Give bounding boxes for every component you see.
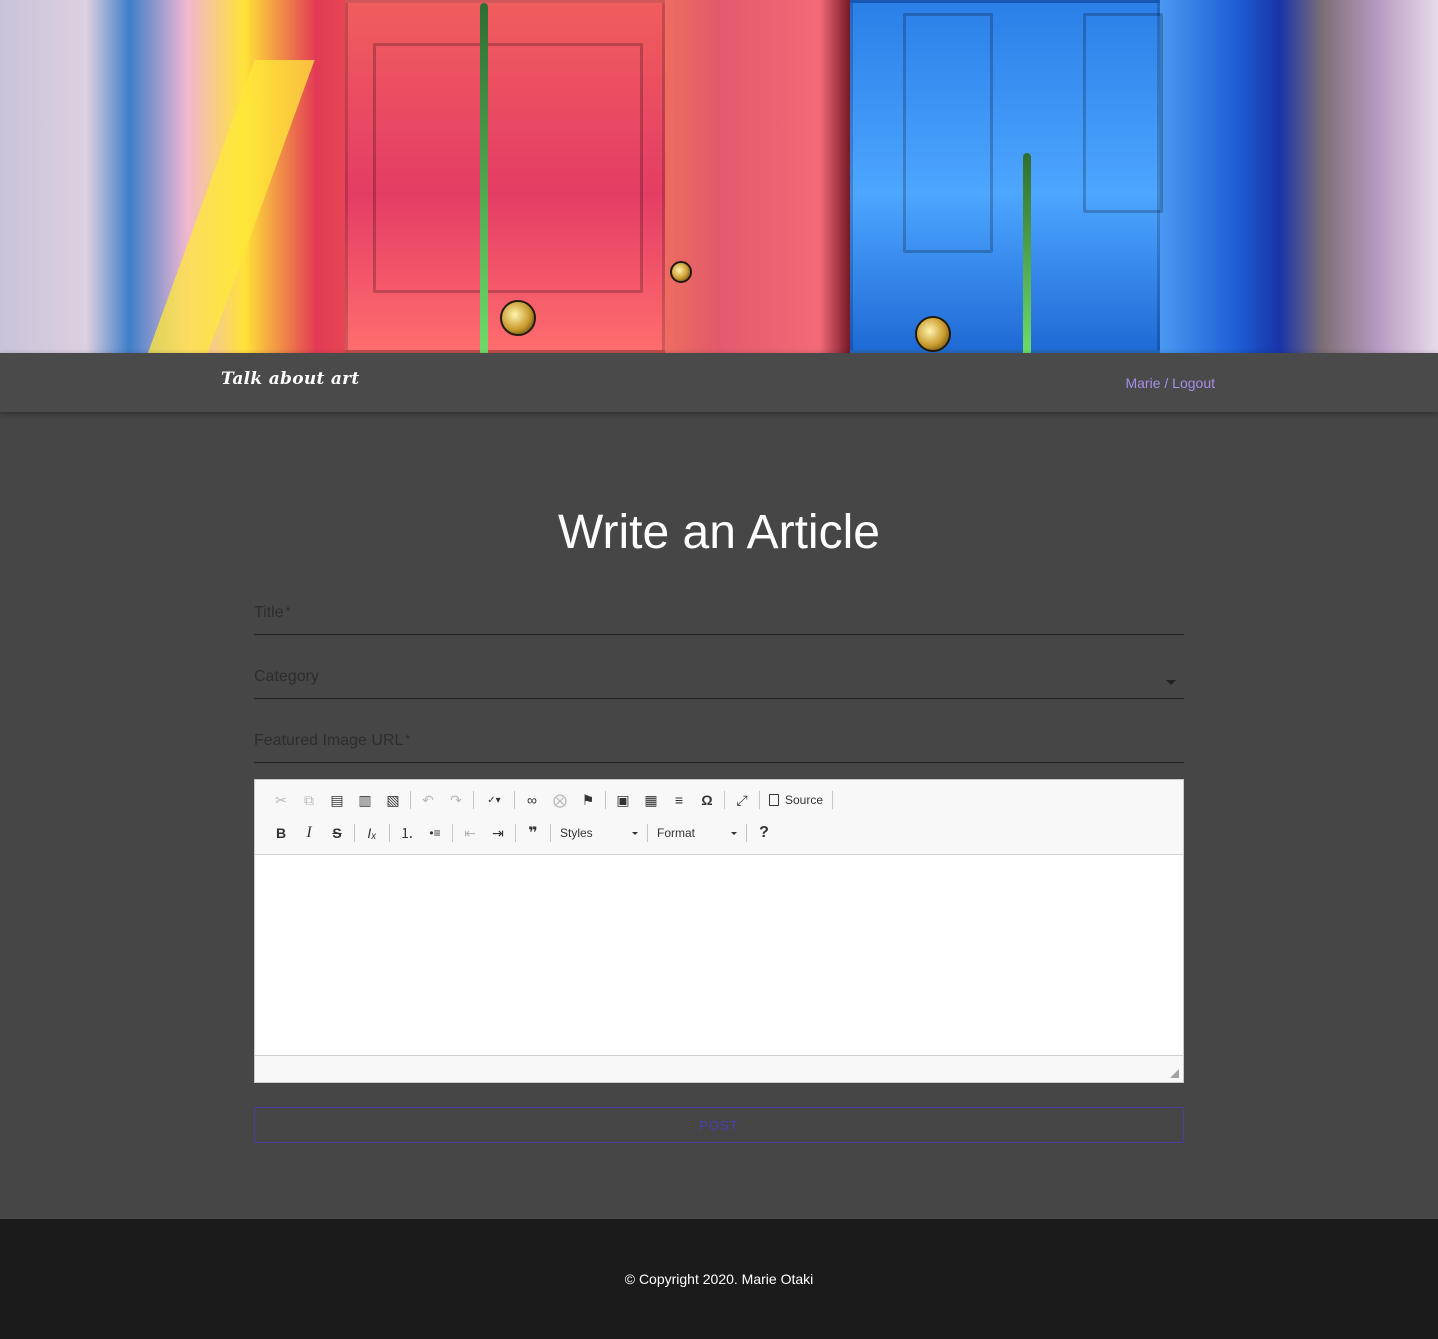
link-icon[interactable]: ∞: [518, 788, 546, 812]
painted-tree-stem: [480, 3, 488, 353]
rich-text-editor: ✂ ⧉ ▤ ▥ ▧ ↶ ↷ ✓▾ ∞ ⨂ ⚑ ▣ ▦ ≡ Ω ⤢ Source: [254, 779, 1184, 1083]
featured-image-url-field[interactable]: Featured Image URL *: [254, 723, 1184, 763]
door-panel: [903, 13, 993, 253]
blockquote-icon[interactable]: ❞: [519, 821, 547, 845]
chevron-down-icon: [731, 831, 737, 835]
toolbar-separator: [515, 824, 516, 842]
toolbar-separator: [354, 824, 355, 842]
title-input[interactable]: [254, 595, 1184, 634]
italic-icon[interactable]: I: [295, 821, 323, 845]
maximize-icon[interactable]: ⤢: [728, 788, 756, 812]
door-knob: [500, 300, 536, 336]
spellcheck-icon[interactable]: ✓▾: [477, 788, 511, 812]
user-profile-link[interactable]: Marie: [1125, 375, 1160, 391]
resize-handle-icon[interactable]: [1170, 1069, 1179, 1078]
blue-door: [850, 0, 1163, 353]
help-icon[interactable]: ?: [750, 821, 778, 845]
paste-icon[interactable]: ▤: [323, 788, 351, 812]
chevron-down-icon: [632, 831, 638, 835]
source-icon: [769, 794, 779, 806]
undo-icon[interactable]: ↶: [414, 788, 442, 812]
category-label: Category: [254, 668, 319, 685]
toolbar-separator: [605, 791, 606, 809]
image-icon[interactable]: ▣: [609, 788, 637, 812]
toolbar-separator: [746, 824, 747, 842]
toolbar-separator: [473, 791, 474, 809]
logout-link[interactable]: Logout: [1172, 375, 1215, 391]
editor-status-bar: [255, 1055, 1183, 1082]
remove-format-icon[interactable]: Iₓ: [358, 821, 386, 845]
bold-icon[interactable]: B: [267, 821, 295, 845]
format-label: Format: [657, 826, 696, 840]
outdent-icon[interactable]: ⇤: [456, 821, 484, 845]
styles-dropdown[interactable]: Styles: [554, 821, 644, 845]
toolbar-row-1: ✂ ⧉ ▤ ▥ ▧ ↶ ↷ ✓▾ ∞ ⨂ ⚑ ▣ ▦ ≡ Ω ⤢ Source: [267, 786, 836, 814]
featured-image-url-input[interactable]: [254, 723, 1184, 762]
toolbar-separator: [724, 791, 725, 809]
indent-icon[interactable]: ⇥: [484, 821, 512, 845]
copyright-text: © Copyright 2020. Marie Otaki: [624, 1271, 814, 1287]
unlink-icon[interactable]: ⨂: [546, 788, 574, 812]
category-select[interactable]: Category: [254, 659, 1184, 699]
anchor-icon[interactable]: ⚑: [574, 788, 602, 812]
paste-word-icon[interactable]: ▧: [379, 788, 407, 812]
yellow-paint-streak: [145, 60, 315, 353]
source-label: Source: [785, 793, 824, 807]
hero-banner-image: [0, 0, 1438, 353]
post-button[interactable]: POST: [254, 1107, 1184, 1143]
toolbar-separator: [410, 791, 411, 809]
navbar: Talk about art Marie / Logout: [0, 353, 1438, 412]
strike-icon[interactable]: S: [323, 821, 351, 845]
toolbar-separator: [514, 791, 515, 809]
user-nav: Marie / Logout: [1125, 375, 1215, 391]
editor-toolbar: ✂ ⧉ ▤ ▥ ▧ ↶ ↷ ✓▾ ∞ ⨂ ⚑ ▣ ▦ ≡ Ω ⤢ Source: [255, 780, 1183, 855]
chevron-down-icon[interactable]: [1166, 680, 1176, 685]
format-dropdown[interactable]: Format: [651, 821, 743, 845]
toolbar-separator: [759, 791, 760, 809]
table-icon[interactable]: ▦: [637, 788, 665, 812]
page-title: Write an Article: [558, 506, 880, 559]
toolbar-row-2: B I S Iₓ ⒈ •≡ ⇤ ⇥ ❞ Styles Format ?: [267, 819, 778, 847]
styles-label: Styles: [560, 826, 593, 840]
cut-icon[interactable]: ✂: [267, 788, 295, 812]
toolbar-separator: [452, 824, 453, 842]
toolbar-separator: [389, 824, 390, 842]
door-panel: [1083, 13, 1163, 213]
toolbar-separator: [832, 791, 834, 809]
toolbar-separator: [550, 824, 551, 842]
redo-icon[interactable]: ↷: [442, 788, 470, 812]
title-field[interactable]: Title *: [254, 595, 1184, 635]
numbered-list-icon[interactable]: ⒈: [393, 821, 421, 845]
door-lock: [670, 261, 692, 283]
toolbar-separator: [647, 824, 648, 842]
horizontal-line-icon[interactable]: ≡: [665, 788, 693, 812]
copy-icon[interactable]: ⧉: [295, 788, 323, 812]
painted-tree-stem: [1023, 153, 1031, 353]
editor-content-area[interactable]: [255, 855, 1183, 1055]
door-panel: [373, 43, 643, 293]
special-char-icon[interactable]: Ω: [693, 788, 721, 812]
door-knob: [915, 316, 951, 352]
red-door: [345, 0, 692, 353]
source-button[interactable]: Source: [763, 788, 829, 812]
paste-text-icon[interactable]: ▥: [351, 788, 379, 812]
bulleted-list-icon[interactable]: •≡: [421, 821, 449, 845]
nav-separator: /: [1160, 375, 1173, 391]
brand-logo[interactable]: Talk about art: [221, 369, 360, 389]
footer: © Copyright 2020. Marie Otaki: [0, 1219, 1438, 1339]
